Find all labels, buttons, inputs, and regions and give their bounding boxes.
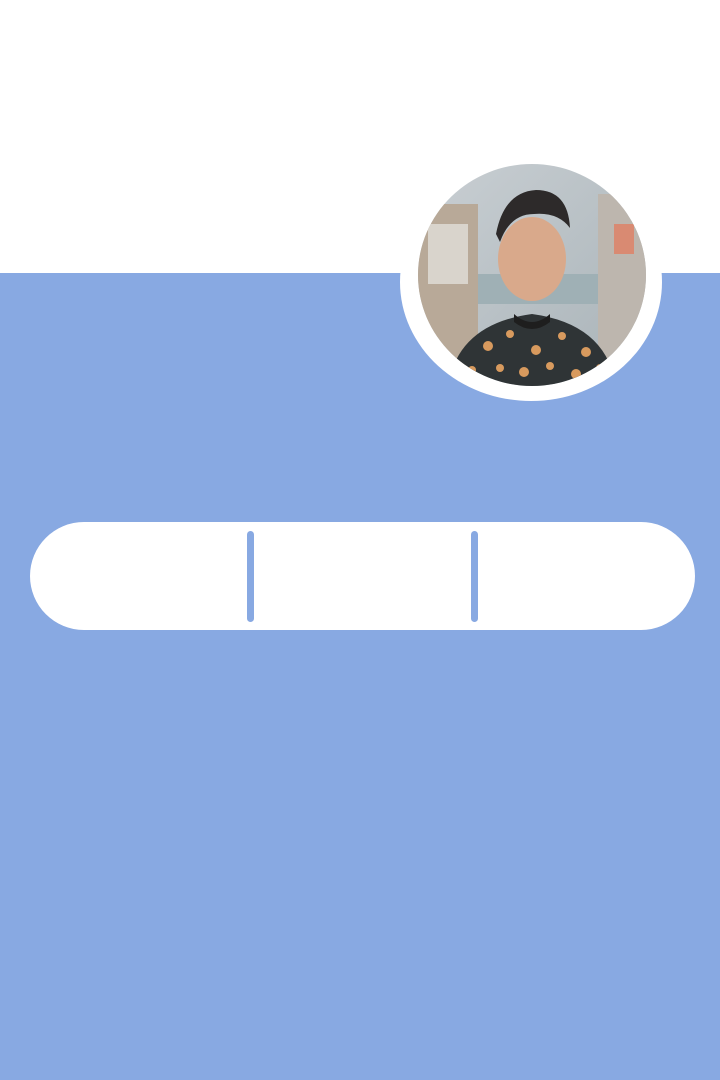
stat-item-3[interactable] [478, 522, 695, 630]
profile-body [0, 273, 720, 1080]
stat-item-1[interactable] [30, 522, 247, 630]
profile-screen [0, 0, 720, 1080]
profile-photo-icon [418, 164, 646, 386]
avatar[interactable] [418, 164, 646, 386]
stat-divider [247, 530, 254, 622]
stat-item-2[interactable] [254, 522, 471, 630]
stat-divider [471, 530, 478, 622]
stats-bar [30, 522, 695, 630]
